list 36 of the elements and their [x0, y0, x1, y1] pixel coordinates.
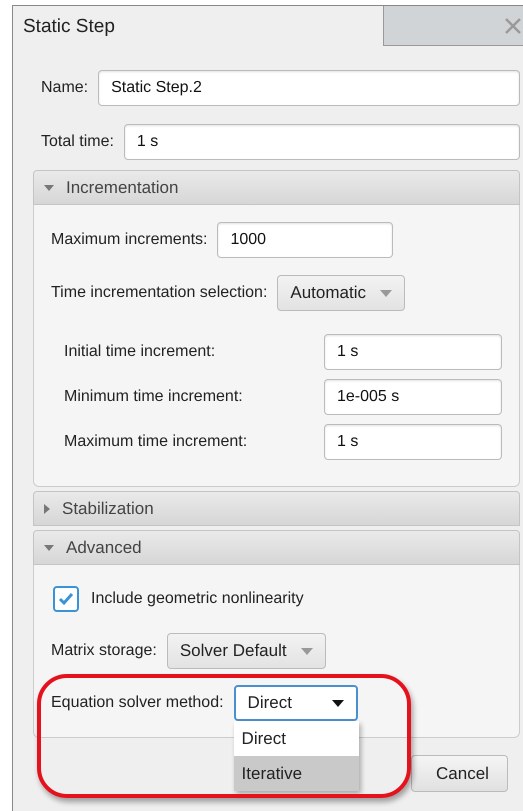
check-icon [58, 592, 74, 606]
section-header[interactable]: Advanced [33, 530, 520, 565]
input-field[interactable]: 1 s [324, 424, 502, 460]
caret-icon [380, 290, 392, 296]
menu-option[interactable]: Iterative [234, 756, 359, 791]
input-field[interactable]: 1 s [124, 124, 520, 160]
input-field[interactable]: 1000 [217, 222, 394, 258]
input-field[interactable]: 1e-005 s [324, 379, 502, 415]
section-header[interactable]: Incrementation [33, 170, 520, 205]
menu-option[interactable]: Direct [234, 721, 359, 756]
section-header[interactable]: Stabilization [33, 491, 520, 526]
collapse-arrow-icon [44, 184, 54, 190]
caret-icon [300, 648, 313, 654]
field-label: Maximum increments: [51, 231, 208, 249]
field-label: Minimum time increment: [64, 388, 244, 406]
caret-icon [332, 700, 344, 706]
checkbox[interactable] [53, 586, 79, 612]
cancel-button[interactable]: Cancel [411, 755, 508, 792]
field-label: Maximum time increment: [64, 433, 248, 451]
window-title: Static Step [22, 15, 115, 39]
field-label: Total time: [41, 133, 114, 151]
close-button[interactable] [383, 6, 523, 46]
collapse-arrow-icon [44, 544, 54, 550]
field-label: Matrix storage: [51, 642, 157, 660]
field-label: Initial time increment: [64, 343, 216, 361]
input-field[interactable]: Static Step.2 [98, 70, 520, 106]
input-field[interactable]: 1 s [324, 334, 502, 370]
checkbox-label: Include geometric nonlinearity [91, 590, 304, 608]
field-label: Equation solver method: [51, 694, 224, 712]
field-label: Time incrementation selection: [51, 284, 268, 302]
dropdown[interactable]: Automatic [277, 275, 405, 311]
dropdown[interactable]: Direct [234, 685, 358, 721]
field-label: Name: [41, 79, 88, 97]
dropdown[interactable]: Solver Default [166, 633, 326, 669]
close-icon [505, 18, 521, 34]
expand-arrow-icon [44, 504, 50, 514]
